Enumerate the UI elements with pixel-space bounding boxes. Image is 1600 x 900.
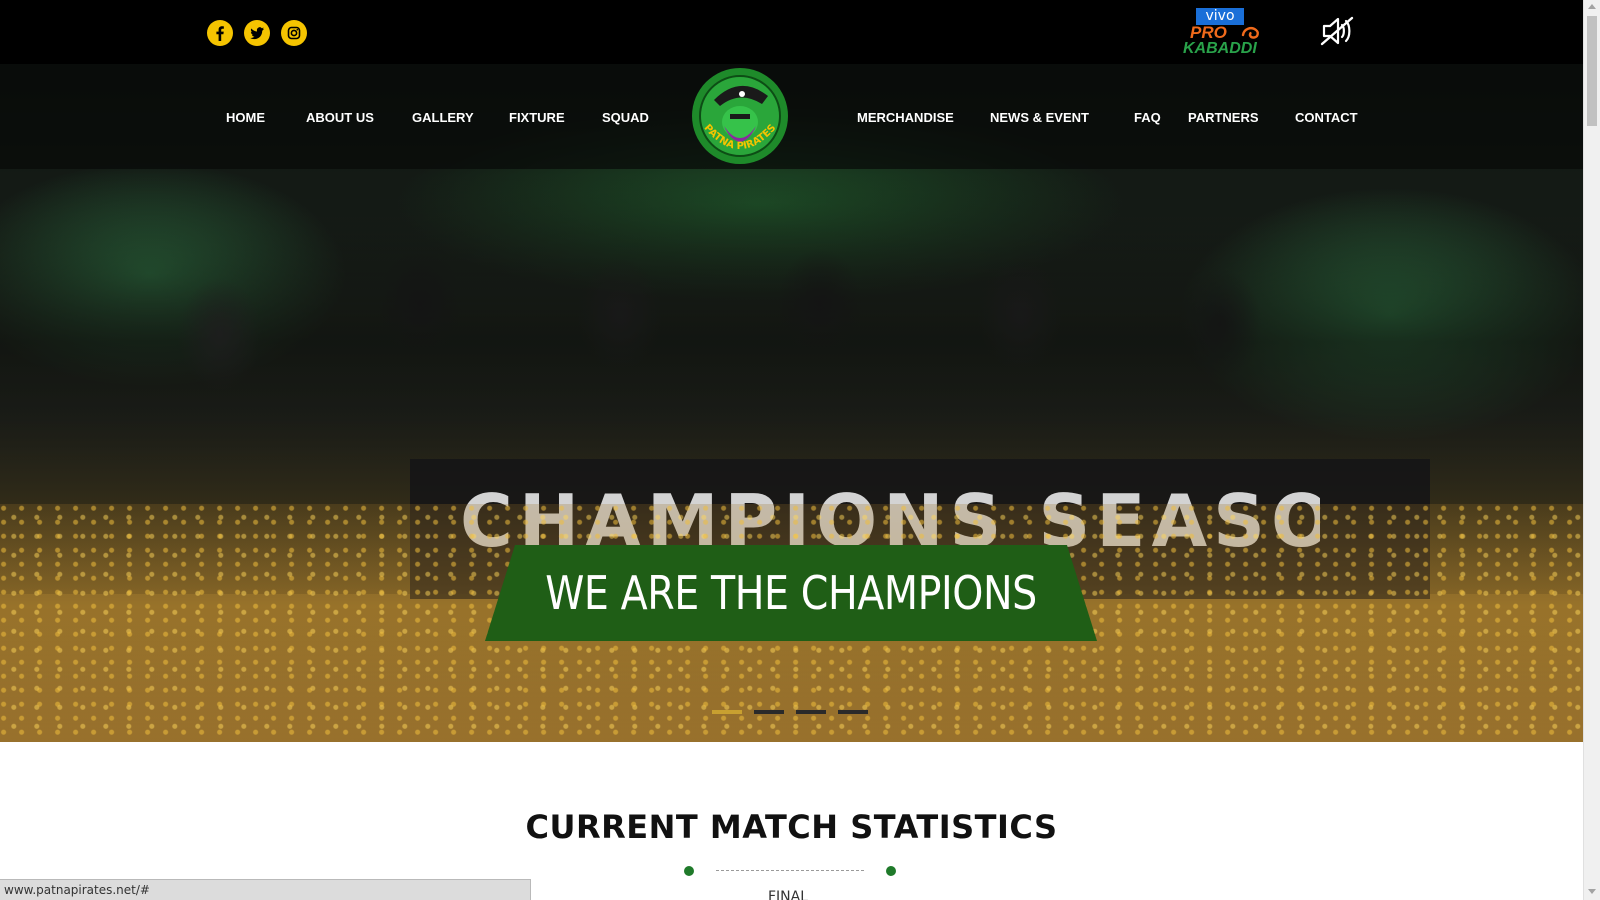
nav-partners[interactable]: PARTNERS <box>1188 110 1259 125</box>
slider-dot-1[interactable] <box>712 710 742 714</box>
patna-pirates-logo[interactable]: PATNA PIRATES <box>690 66 790 166</box>
slider-dot-2[interactable] <box>754 710 784 714</box>
top-bar: vivo PRO KABADDI <box>0 0 1583 64</box>
scroll-down-arrow-icon[interactable] <box>1588 889 1596 894</box>
twitter-icon[interactable] <box>244 20 270 46</box>
slider-dot-4[interactable] <box>838 710 868 714</box>
nav-faq[interactable]: FAQ <box>1134 110 1161 125</box>
vivo-pro-kabaddi-logo[interactable]: vivo PRO KABADDI <box>1183 8 1275 57</box>
facebook-icon[interactable] <box>207 20 233 46</box>
section-title: CURRENT MATCH STATISTICS <box>525 808 1058 846</box>
nav-gallery[interactable]: GALLERY <box>412 110 474 125</box>
slider-dots <box>712 710 868 714</box>
kabaddi-text: KABADDI <box>1183 40 1257 57</box>
nav-squad[interactable]: SQUAD <box>602 110 649 125</box>
social-links <box>207 20 307 46</box>
speaker-muted-icon[interactable] <box>1318 14 1356 48</box>
instagram-icon[interactable] <box>281 20 307 46</box>
nav-merchandise[interactable]: MERCHANDISE <box>857 110 954 125</box>
nav-fixture[interactable]: FIXTURE <box>509 110 565 125</box>
nav-about-us[interactable]: ABOUT US <box>306 110 374 125</box>
divider-dot-left <box>684 866 694 876</box>
section-divider <box>680 866 900 876</box>
nav-contact[interactable]: CONTACT <box>1295 110 1358 125</box>
status-bar-url: www.patnapirates.net/# <box>0 879 531 900</box>
main-nav: HOME ABOUT US GALLERY FIXTURE SQUAD PATN… <box>0 64 1583 169</box>
divider-dot-right <box>886 866 896 876</box>
slider-dot-3[interactable] <box>796 710 826 714</box>
match-stage-label: FINAL <box>768 889 809 900</box>
hero-ribbon: WE ARE THE CHAMPIONS <box>485 545 1097 641</box>
scroll-up-arrow-icon[interactable] <box>1588 4 1596 9</box>
hero-slider: CHAMPIONS SEASON IV HOME ABOUT US GALLER… <box>0 64 1583 742</box>
vertical-scrollbar[interactable] <box>1583 0 1600 900</box>
hero-headline: WE ARE THE CHAMPIONS <box>545 566 1037 620</box>
scrollbar-thumb[interactable] <box>1587 16 1597 126</box>
nav-home[interactable]: HOME <box>226 110 265 125</box>
divider-line <box>716 870 864 871</box>
nav-news-event[interactable]: NEWS & EVENT <box>990 110 1089 125</box>
